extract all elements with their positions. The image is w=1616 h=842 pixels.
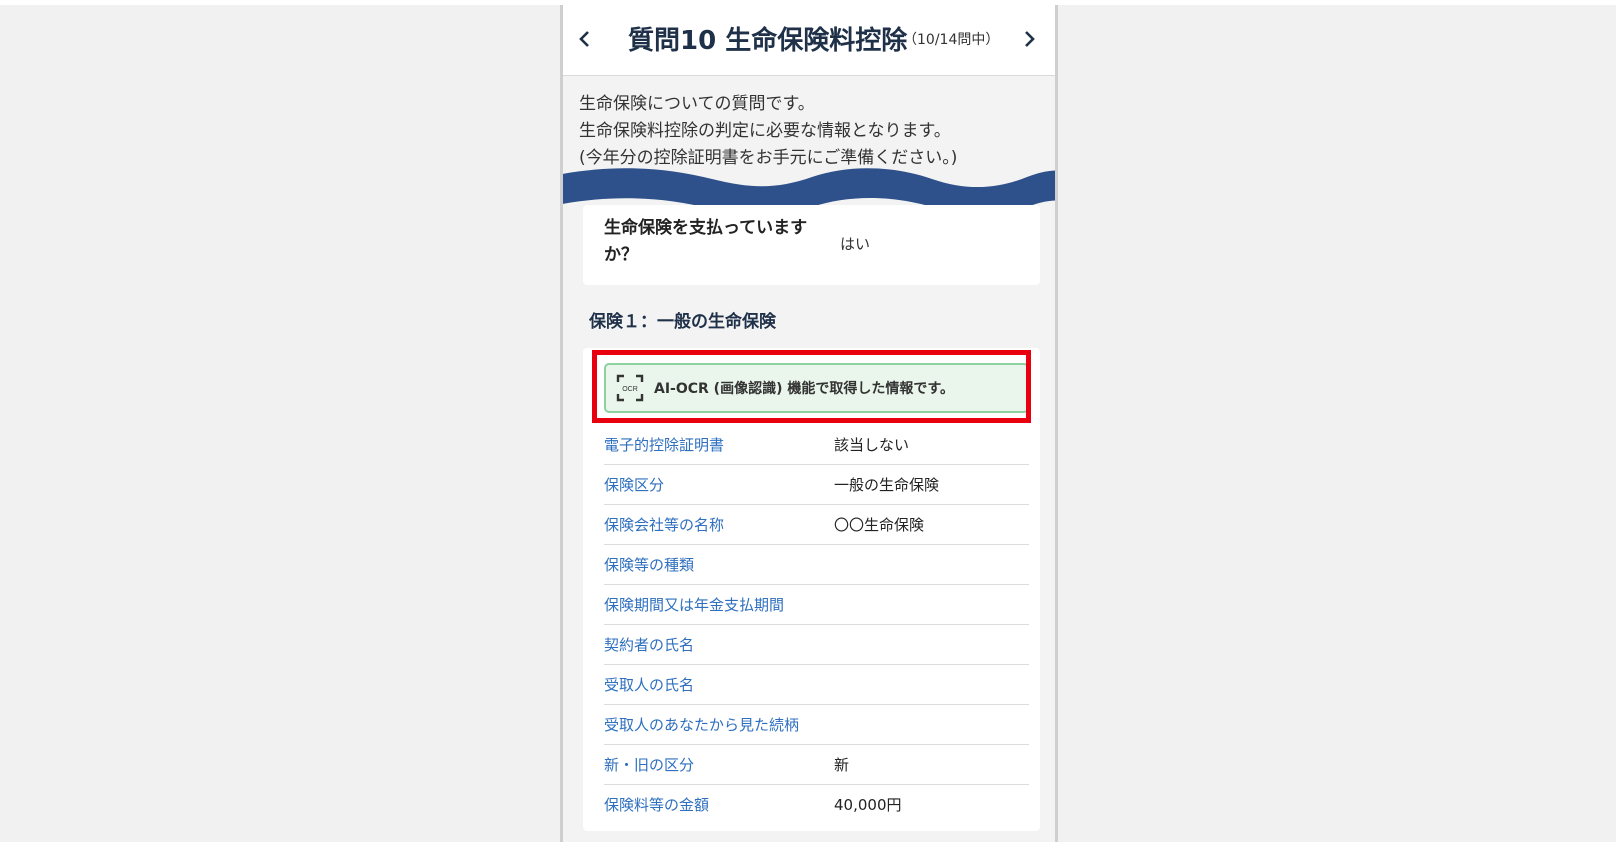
- detail-row: 契約者の氏名: [604, 625, 1029, 665]
- question-intro: 生命保険についての質問です。 生命保険料控除の判定に必要な情報となります。 (今…: [579, 91, 1029, 172]
- mobile-screen: 質問10 生命保険料控除 （10/14問中） 生命保険についての質問です。 生命…: [560, 5, 1058, 842]
- next-question-button[interactable]: [1017, 27, 1041, 51]
- detail-row: 保険期間又は年金支払期間: [604, 585, 1029, 625]
- detail-label: 新・旧の区分: [604, 756, 695, 774]
- intro-line: 生命保険についての質問です。: [579, 94, 815, 114]
- detail-value: 該当しない: [834, 436, 910, 454]
- detail-row: 保険会社等の名称 〇〇生命保険: [604, 505, 1029, 545]
- detail-value: 40,000円: [834, 796, 902, 814]
- question-answer-card: 生命保険を支払っていますか？ はい: [583, 205, 1040, 285]
- detail-value: 一般の生命保険: [834, 476, 940, 494]
- detail-row: 新・旧の区分 新: [604, 745, 1029, 785]
- detail-row: 保険区分 一般の生命保険: [604, 465, 1029, 505]
- detail-label: 受取人のあなたから見た続柄: [604, 716, 800, 734]
- detail-label: 保険期間又は年金支払期間: [604, 596, 785, 614]
- insurance-section-title: 保険１：一般の生命保険: [589, 312, 776, 332]
- detail-label: 保険区分: [604, 476, 665, 494]
- detail-row: 保険料等の金額 40,000円: [604, 785, 1029, 824]
- detail-label: 保険会社等の名称: [604, 516, 725, 534]
- detail-row: 電子的控除証明書 該当しない: [604, 425, 1029, 465]
- prev-question-button[interactable]: [573, 27, 597, 51]
- chevron-left-icon: [579, 31, 589, 47]
- chevron-right-icon: [1025, 31, 1035, 47]
- detail-label: 受取人の氏名: [604, 676, 695, 694]
- detail-value: 新: [834, 756, 850, 774]
- highlight-frame: [592, 350, 1031, 423]
- insurance-detail-card: OCR AI-OCR (画像認識) 機能で取得した情報です。 電子的控除証明書 …: [583, 348, 1040, 831]
- intro-line: 生命保険料控除の判定に必要な情報となります。: [579, 121, 951, 141]
- detail-label: 保険等の種類: [604, 556, 695, 574]
- question-header: 質問10 生命保険料控除 （10/14問中）: [563, 5, 1055, 76]
- page-title: 質問10 生命保険料控除: [628, 26, 908, 56]
- detail-row: 受取人のあなたから見た続柄: [604, 705, 1029, 745]
- question-answer: はい: [840, 235, 871, 253]
- insurance-detail-list: 電子的控除証明書 該当しない 保険区分 一般の生命保険 保険会社等の名称 〇〇生…: [604, 425, 1029, 824]
- detail-label: 契約者の氏名: [604, 636, 695, 654]
- detail-row: 受取人の氏名: [604, 665, 1029, 705]
- question-label: 生命保険を支払っていますか？: [604, 218, 808, 265]
- detail-label: 電子的控除証明書: [604, 436, 725, 454]
- question-counter: （10/14問中）: [903, 32, 1000, 48]
- detail-label: 保険料等の金額: [604, 796, 710, 814]
- detail-row: 保険等の種類: [604, 545, 1029, 585]
- detail-value: 〇〇生命保険: [834, 516, 925, 534]
